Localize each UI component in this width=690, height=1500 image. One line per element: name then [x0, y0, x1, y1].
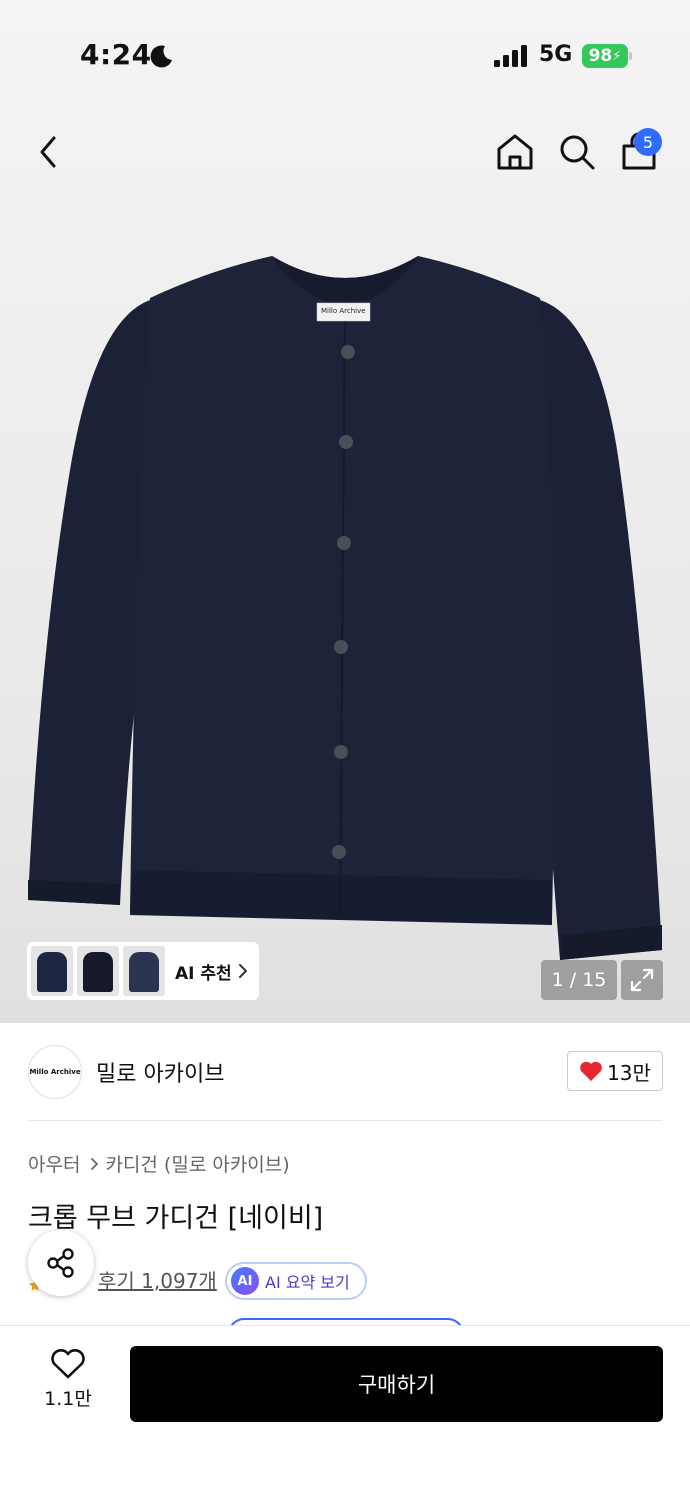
share-button[interactable] [28, 1230, 94, 1296]
chevron-left-icon [40, 136, 56, 168]
heart-outline-icon [51, 1349, 85, 1379]
thumbnail[interactable] [77, 946, 119, 996]
home-icon [497, 134, 533, 170]
expand-image-button[interactable] [621, 960, 663, 1000]
wishlist-count: 1.1만 [44, 1388, 92, 1410]
battery-cap [629, 52, 632, 60]
signal-icon [494, 45, 527, 67]
charging-bolt-icon: ⚡ [612, 48, 622, 64]
brand-like-count: 13만 [607, 1060, 651, 1085]
home-button[interactable] [494, 130, 536, 174]
search-button[interactable] [556, 130, 598, 174]
brand-like-button[interactable]: 13만 [567, 1051, 663, 1091]
ai-recommend-strip[interactable]: AI 추천 [27, 942, 259, 1000]
thumbnail[interactable] [31, 946, 73, 996]
heart-filled-icon [580, 1061, 602, 1081]
product-hero: 4:24 5G 98 ⚡ 5 Millo Archive AI 추천 1 / 1… [0, 0, 690, 1023]
status-bar: 4:24 5G 98 ⚡ [0, 0, 690, 110]
back-button[interactable] [30, 130, 70, 174]
buy-button-label: 구매하기 [357, 1373, 436, 1397]
brand-logo-text: Millo Archive [29, 1068, 81, 1076]
status-time: 4:24 [80, 38, 152, 71]
bottom-purchase-bar: 1.1만 구매하기 [0, 1325, 690, 1500]
brand-logo[interactable]: Millo Archive [28, 1045, 82, 1099]
expand-icon [630, 968, 654, 992]
ai-summary-button[interactable]: AI AI 요약 보기 [225, 1262, 367, 1300]
network-label: 5G [539, 42, 573, 67]
search-icon [560, 135, 595, 170]
review-count-link[interactable]: 후기 1,097개 [98, 1265, 217, 1294]
image-page-counter: 1 / 15 [541, 960, 617, 1000]
top-nav-bar [0, 110, 690, 194]
battery-indicator: 98 ⚡ [582, 44, 628, 68]
chevron-right-icon [238, 964, 247, 978]
product-label-text: Millo Archive [321, 307, 366, 315]
cardigan-illustration [28, 256, 662, 960]
moon-icon [150, 45, 172, 68]
share-icon [47, 1248, 74, 1278]
ai-summary-label: AI 요약 보기 [265, 1273, 350, 1292]
wishlist-button[interactable]: 1.1만 [28, 1348, 108, 1418]
ai-badge: AI [231, 1267, 259, 1295]
brand-row: Millo Archive 밀로 아카이브 13만 [0, 1023, 690, 1121]
product-image[interactable] [0, 200, 690, 1020]
breadcrumb-item[interactable]: 아우터 [28, 1150, 80, 1177]
thumbnail[interactable] [123, 946, 165, 996]
breadcrumb: 아우터 카디건 (밀로 아카이브) [28, 1150, 290, 1177]
battery-level: 98 [588, 46, 613, 66]
chevron-right-icon [91, 1157, 99, 1170]
cart-count-badge: 5 [634, 128, 662, 156]
breadcrumb-item[interactable]: 카디건 (밀로 아카이브) [105, 1150, 289, 1177]
product-title: 크롭 무브 가디건 [네이비] [28, 1203, 324, 1234]
buy-button[interactable]: 구매하기 [130, 1346, 663, 1422]
brand-name[interactable]: 밀로 아카이브 [96, 1056, 224, 1088]
ai-recommend-label: AI 추천 [175, 963, 232, 984]
divider [28, 1120, 662, 1121]
